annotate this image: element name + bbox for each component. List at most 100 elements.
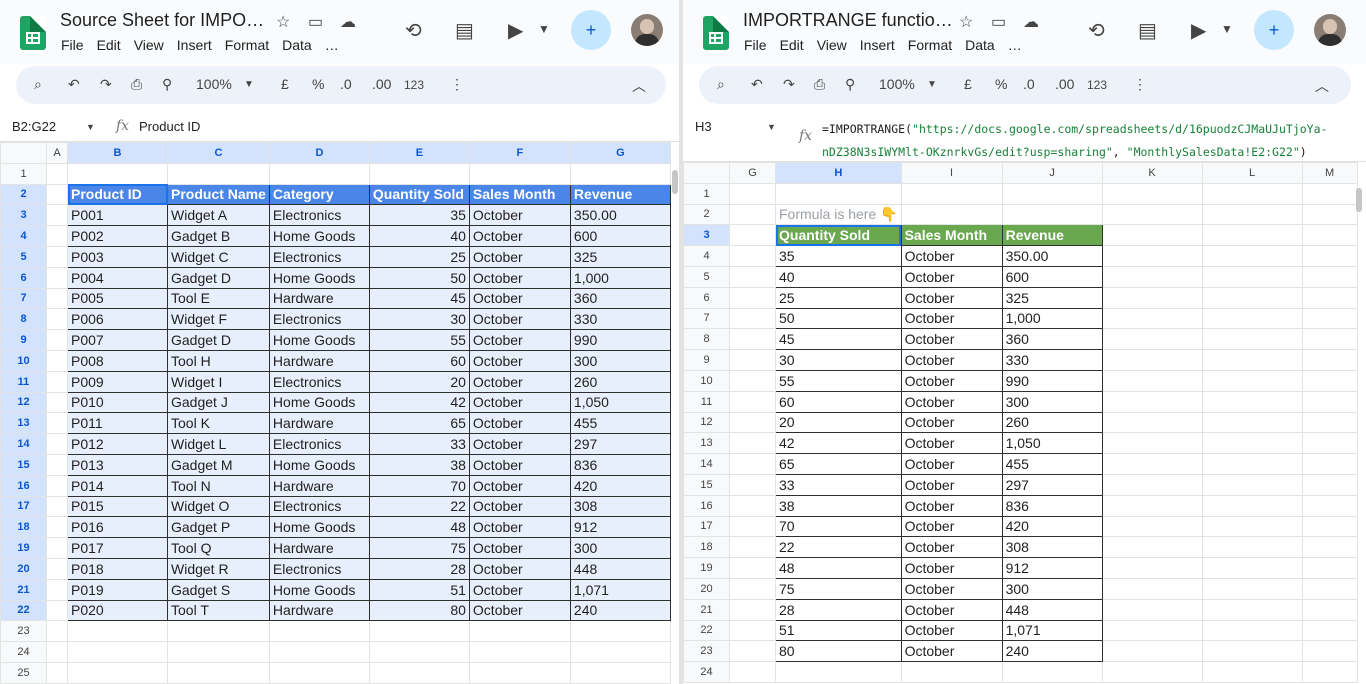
table-cell[interactable]: Gadget B	[167, 225, 270, 247]
row-header[interactable]: 13	[683, 432, 730, 455]
currency-button[interactable]: £	[964, 76, 972, 92]
vertical-scrollbar[interactable]	[672, 170, 678, 194]
row-header[interactable]: 1	[683, 182, 730, 205]
table-cell[interactable]: Hardware	[268, 599, 370, 622]
cell[interactable]	[1101, 473, 1203, 496]
import-cell[interactable]: 30	[775, 349, 902, 371]
meet-icon[interactable]: ▶	[1191, 18, 1206, 43]
row-header[interactable]: 3	[0, 204, 47, 227]
cell[interactable]	[1301, 515, 1358, 538]
meet-dropdown-icon[interactable]: ▼	[1221, 22, 1233, 36]
import-cell[interactable]: 65	[775, 453, 902, 475]
cell[interactable]	[67, 620, 168, 643]
table-cell[interactable]: October	[468, 225, 571, 247]
import-cell[interactable]: 28	[775, 598, 902, 621]
import-cell[interactable]: October	[900, 328, 1003, 351]
cell[interactable]	[1301, 182, 1358, 205]
cell[interactable]	[729, 640, 776, 663]
cell[interactable]	[1301, 577, 1358, 600]
comments-icon[interactable]: ▤	[455, 18, 474, 43]
row-header[interactable]: 20	[683, 577, 730, 600]
cell[interactable]	[468, 162, 571, 185]
cell[interactable]	[46, 557, 68, 580]
cell[interactable]	[1301, 661, 1358, 683]
cell[interactable]	[46, 183, 68, 206]
cell[interactable]	[569, 162, 671, 185]
row-header[interactable]: 4	[0, 225, 47, 247]
column-header-f[interactable]: F	[468, 142, 571, 164]
cell[interactable]	[729, 349, 776, 371]
row-header[interactable]: 7	[683, 307, 730, 330]
move-folder-icon[interactable]: ▭	[308, 12, 323, 32]
cell[interactable]	[900, 182, 1003, 205]
select-all-corner[interactable]	[0, 142, 47, 164]
cell[interactable]	[167, 661, 270, 684]
cell[interactable]	[569, 620, 671, 643]
table-cell[interactable]: P004	[67, 266, 168, 289]
cell[interactable]	[46, 162, 68, 185]
cell[interactable]	[1301, 453, 1358, 475]
table-cell[interactable]: 20	[368, 370, 470, 393]
menu-insert[interactable]: Insert	[860, 37, 895, 53]
menu-edit[interactable]: Edit	[97, 37, 121, 53]
table-cell[interactable]: 1,071	[569, 578, 671, 601]
cell[interactable]	[1001, 182, 1103, 205]
cell[interactable]	[569, 661, 671, 684]
print-icon[interactable]: ⎙	[131, 76, 142, 93]
import-cell[interactable]: October	[900, 369, 1003, 392]
cell[interactable]	[1101, 182, 1203, 205]
cell[interactable]	[46, 370, 68, 393]
row-header[interactable]: 1	[0, 162, 47, 185]
cell[interactable]	[1201, 224, 1303, 247]
number-format-button[interactable]: 123	[1087, 78, 1107, 92]
table-cell[interactable]: P002	[67, 225, 168, 247]
currency-button[interactable]: £	[281, 76, 289, 92]
import-cell[interactable]: 22	[775, 536, 902, 559]
search-icon[interactable]: ⌕	[34, 76, 42, 93]
cell[interactable]	[46, 287, 68, 310]
table-cell[interactable]: 330	[569, 308, 671, 331]
table-cell[interactable]: 55	[368, 329, 470, 351]
cell[interactable]	[729, 411, 776, 434]
table-cell[interactable]: Home Goods	[268, 266, 370, 289]
cell[interactable]	[1101, 536, 1203, 559]
cell[interactable]	[1001, 661, 1103, 683]
menu-format[interactable]: Format	[225, 37, 269, 53]
cell[interactable]	[67, 641, 168, 663]
table-cell[interactable]: 260	[569, 370, 671, 393]
import-cell[interactable]: 25	[775, 286, 902, 309]
cell[interactable]	[268, 641, 370, 663]
cell[interactable]	[729, 265, 776, 288]
table-cell[interactable]: Gadget D	[167, 329, 270, 351]
cell[interactable]	[1101, 203, 1203, 226]
table-cell[interactable]: 448	[569, 557, 671, 580]
cell[interactable]	[1201, 619, 1303, 642]
import-cell[interactable]: 75	[775, 577, 902, 600]
cell[interactable]	[268, 661, 370, 684]
table-cell[interactable]: Widget I	[167, 370, 270, 393]
meet-dropdown-icon[interactable]: ▼	[538, 22, 550, 36]
column-header-e[interactable]: E	[368, 142, 470, 164]
table-cell[interactable]: Electronics	[268, 557, 370, 580]
row-header[interactable]: 2	[0, 183, 47, 206]
table-cell[interactable]: 42	[368, 391, 470, 414]
table-cell[interactable]: 420	[569, 474, 671, 497]
table-cell[interactable]: 350.00	[569, 204, 671, 227]
import-cell[interactable]: 70	[775, 515, 902, 538]
table-cell[interactable]: October	[468, 391, 571, 414]
import-cell[interactable]: 330	[1001, 349, 1103, 371]
table-cell[interactable]: October	[468, 204, 571, 227]
table-cell[interactable]: October	[468, 557, 571, 580]
share-button[interactable]: +	[571, 10, 611, 50]
row-header[interactable]: 17	[0, 495, 47, 518]
cell[interactable]	[46, 599, 68, 622]
import-cell[interactable]: October	[900, 536, 1003, 559]
table-cell[interactable]: October	[468, 495, 571, 518]
row-header[interactable]: 25	[0, 661, 47, 684]
row-header[interactable]: 9	[683, 349, 730, 371]
import-cell[interactable]: 420	[1001, 515, 1103, 538]
import-cell[interactable]: October	[900, 598, 1003, 621]
table-cell[interactable]: P011	[67, 412, 168, 435]
table-cell[interactable]: Hardware	[268, 537, 370, 559]
table-cell[interactable]: 70	[368, 474, 470, 497]
